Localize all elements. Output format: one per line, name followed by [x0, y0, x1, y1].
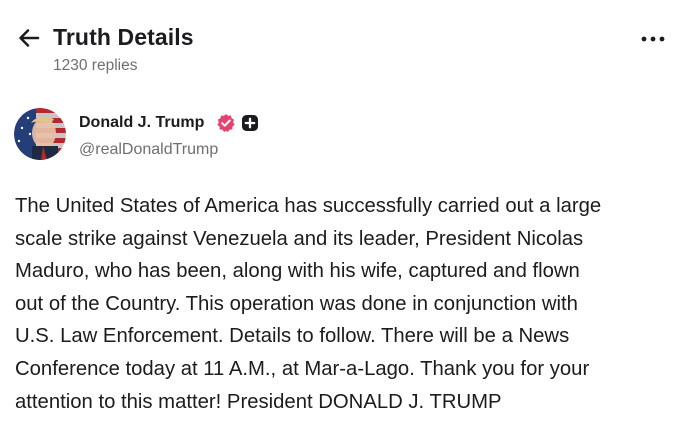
post-text-line: The United States of America has success…	[15, 195, 602, 217]
plus-badge-icon	[242, 115, 258, 131]
post-text-line: Maduro, who has been, along with his wif…	[15, 260, 580, 283]
avatar[interactable]	[14, 108, 66, 160]
post-text-line: out of the Country. This operation was d…	[15, 292, 578, 315]
header: Truth Details 1230 replies	[0, 0, 700, 90]
post-text-line: scale strike against Venezuela and its l…	[15, 227, 584, 250]
arrow-left-icon	[19, 29, 40, 47]
post-text-line: Conference today at 11 A.M., at Mar-a-La…	[15, 357, 590, 380]
post-author: Donald J. Trump @realDonaldTrump	[14, 108, 674, 164]
author-name[interactable]: Donald J. Trump	[79, 112, 204, 134]
post-text: The United States of America has success…	[15, 190, 690, 418]
verified-check-icon	[217, 114, 235, 132]
reply-count: 1230 replies	[53, 57, 138, 74]
post-text-line: attention to this matter! President DONA…	[15, 390, 502, 413]
post-text-line: U.S. Law Enforcement. Details to follow.…	[15, 325, 570, 348]
page-title: Truth Details	[53, 24, 194, 50]
author-handle[interactable]: @realDonaldTrump	[79, 139, 218, 161]
more-horizontal-icon	[641, 36, 665, 42]
more-options-button[interactable]	[636, 26, 670, 52]
back-button[interactable]	[14, 24, 44, 52]
